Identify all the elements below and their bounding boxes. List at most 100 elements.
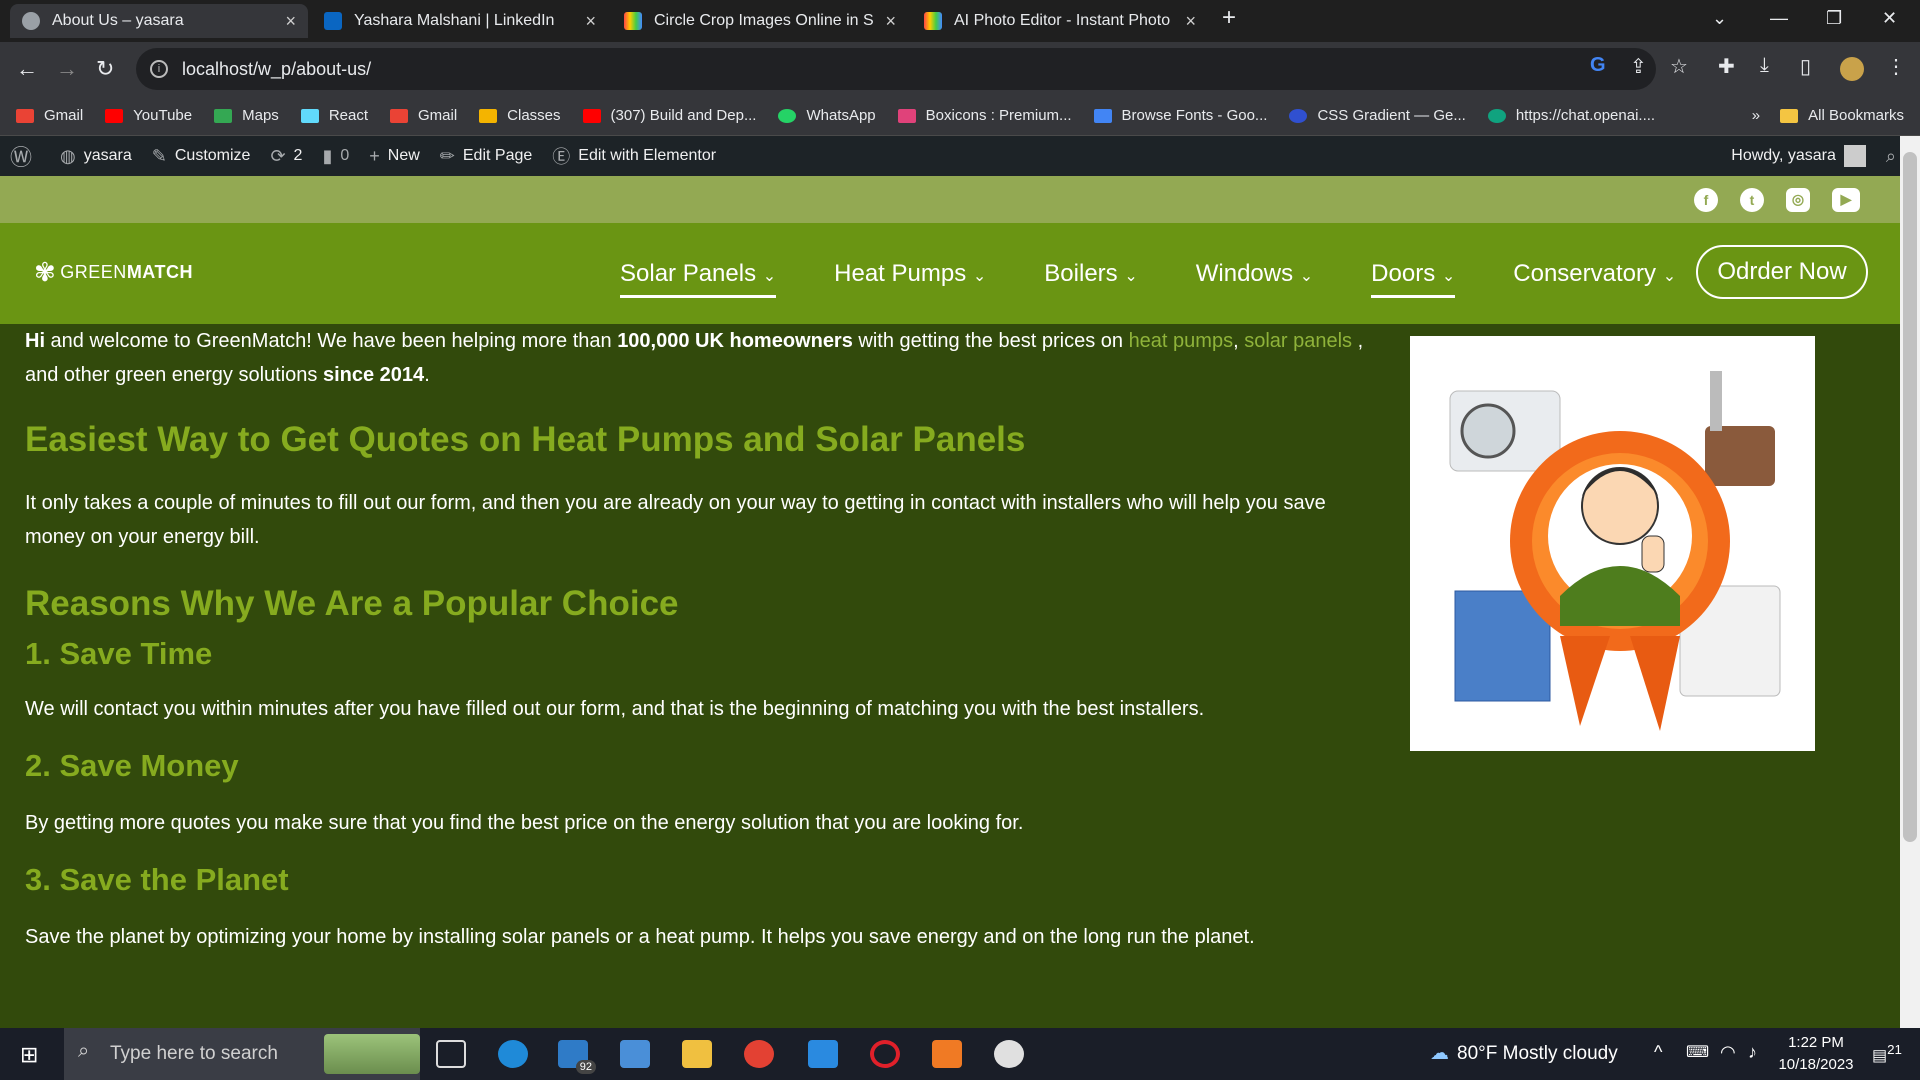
- comment-icon: ▮: [322, 145, 333, 166]
- close-tab-icon[interactable]: ×: [1185, 11, 1196, 32]
- page-content: Hi and welcome to GreenMatch! We have be…: [25, 324, 1365, 954]
- edge-icon[interactable]: [498, 1040, 528, 1068]
- wp-customize-link[interactable]: ✎ Customize: [152, 146, 251, 167]
- bookmark-youtube[interactable]: YouTube: [105, 107, 192, 124]
- bookmark-star-icon[interactable]: ☆: [1670, 54, 1688, 79]
- pencil-icon: ✏: [439, 145, 455, 166]
- tab-ai-photo-editor[interactable]: AI Photo Editor - Instant Photo E ×: [912, 4, 1208, 38]
- youtube-icon[interactable]: ▶: [1832, 187, 1860, 212]
- boxicons-icon: [897, 108, 916, 123]
- twitter-icon[interactable]: t: [1740, 187, 1764, 212]
- share-icon[interactable]: ⇪: [1630, 54, 1647, 79]
- order-now-button[interactable]: Odrder Now: [1696, 245, 1868, 299]
- new-tab-icon[interactable]: +: [1222, 4, 1236, 32]
- close-tab-icon[interactable]: ×: [885, 11, 896, 32]
- bookmark-boxicons[interactable]: Boxicons : Premium...: [897, 107, 1072, 124]
- wp-elementor-link[interactable]: Ⓔ Edit with Elementor: [552, 143, 716, 169]
- facebook-icon[interactable]: f: [1694, 187, 1718, 212]
- language-icon[interactable]: ⌨: [1686, 1042, 1709, 1062]
- nav-solar-panels[interactable]: Solar Panels ⌄: [620, 260, 777, 298]
- extensions-icon[interactable]: ✚: [1718, 54, 1735, 79]
- bookmark-gmail[interactable]: Gmail: [16, 107, 83, 124]
- notification-icon[interactable]: ▤21: [1872, 1042, 1902, 1065]
- bookmark-classes[interactable]: Classes: [479, 107, 561, 124]
- tab-circle-crop[interactable]: Circle Crop Images Online in Sec ×: [612, 4, 908, 38]
- tray-chevron-icon[interactable]: ^: [1654, 1042, 1662, 1063]
- download-icon[interactable]: ⤓: [1760, 54, 1769, 77]
- bookmark-css-gradient[interactable]: CSS Gradient — Ge...: [1289, 107, 1466, 124]
- wp-comments-link[interactable]: ▮ 0: [322, 146, 349, 167]
- restore-icon[interactable]: ❐: [1826, 8, 1842, 29]
- reload-icon[interactable]: ↻: [96, 56, 114, 82]
- bookmark-google-fonts[interactable]: Browse Fonts - Goo...: [1093, 107, 1267, 124]
- bookmark-gmail-2[interactable]: Gmail: [390, 107, 457, 124]
- tab-linkedin[interactable]: Yashara Malshani | LinkedIn ×: [312, 4, 608, 38]
- xampp-icon[interactable]: [932, 1040, 962, 1068]
- bookmark-build-deploy[interactable]: (307) Build and Dep...: [582, 107, 756, 124]
- nav-windows[interactable]: Windows ⌄: [1196, 260, 1313, 288]
- updates-icon: ⟳: [270, 145, 286, 166]
- chevron-down-icon: ⌄: [1124, 267, 1138, 285]
- vscode-icon[interactable]: [808, 1040, 838, 1068]
- site-info-icon[interactable]: i: [150, 60, 168, 78]
- heat-pumps-link[interactable]: heat pumps: [1129, 330, 1234, 352]
- back-icon[interactable]: ←: [16, 56, 38, 82]
- nav-heat-pumps[interactable]: Heat Pumps ⌄: [834, 260, 986, 288]
- close-window-icon[interactable]: ✕: [1882, 8, 1897, 29]
- close-tab-icon[interactable]: ×: [585, 11, 596, 32]
- linkedin-favicon-icon: [324, 12, 342, 30]
- opera-icon[interactable]: [870, 1040, 900, 1068]
- wp-howdy[interactable]: Howdy, yasara: [1731, 145, 1866, 167]
- nav-boilers[interactable]: Boilers ⌄: [1044, 260, 1137, 288]
- side-panel-icon[interactable]: ▯: [1800, 54, 1811, 79]
- chevron-down-icon: ⌄: [1441, 267, 1456, 285]
- site-logo[interactable]: ✾ GREEN MATCH: [34, 257, 193, 288]
- close-tab-icon[interactable]: ×: [285, 11, 296, 32]
- bookmark-whatsapp[interactable]: WhatsApp: [778, 107, 876, 124]
- nav-doors[interactable]: Doors ⌄: [1371, 260, 1456, 298]
- wordpress-logo-icon[interactable]: Ⓦ: [10, 140, 40, 172]
- wp-edit-page-link[interactable]: ✏ Edit Page: [440, 146, 532, 167]
- tab-search-chevron-icon[interactable]: ⌄: [1712, 8, 1727, 29]
- bookmark-react[interactable]: React: [300, 107, 368, 124]
- profile-avatar[interactable]: [1840, 57, 1864, 81]
- tab-about-us[interactable]: About Us – yasara ×: [10, 4, 308, 38]
- windows-taskbar: ⊞ ⌕ Type here to search 92 ☁ 80°F Mostly …: [0, 1028, 1920, 1080]
- wp-site-link[interactable]: ◍ yasara: [60, 146, 132, 167]
- nav-conservatory[interactable]: Conservatory ⌄: [1513, 260, 1676, 288]
- scrollbar-thumb[interactable]: [1903, 152, 1917, 842]
- paint-icon[interactable]: [994, 1040, 1024, 1068]
- store-icon[interactable]: [620, 1040, 650, 1068]
- reason-1-text: We will contact you within minutes after…: [25, 698, 1205, 720]
- wp-search-icon[interactable]: ⌕: [1886, 146, 1896, 167]
- brush-icon: ✎: [151, 145, 167, 166]
- forward-icon[interactable]: →: [56, 56, 78, 82]
- url-field[interactable]: i localhost/w_p/about-us/: [136, 48, 1656, 90]
- bookmarks-overflow-icon[interactable]: »: [1752, 107, 1760, 124]
- wp-new-link[interactable]: + New: [369, 146, 420, 167]
- file-explorer-icon[interactable]: [682, 1040, 712, 1068]
- solar-panels-link[interactable]: solar panels: [1244, 330, 1352, 352]
- volume-icon[interactable]: ♪: [1748, 1042, 1757, 1063]
- wifi-icon[interactable]: ◠: [1720, 1042, 1736, 1063]
- bookmark-chatgpt[interactable]: https://chat.openai....: [1487, 107, 1655, 124]
- page-scrollbar[interactable]: [1900, 136, 1920, 1028]
- circle-crop-favicon-icon: [624, 12, 642, 30]
- react-icon: [300, 108, 319, 123]
- weather-widget[interactable]: ☁ 80°F Mostly cloudy: [1430, 1042, 1618, 1065]
- bookmark-maps[interactable]: Maps: [214, 107, 279, 124]
- chrome-menu-icon[interactable]: ⋮: [1886, 54, 1906, 79]
- minimize-icon[interactable]: —: [1770, 8, 1788, 29]
- task-view-icon[interactable]: [436, 1040, 466, 1068]
- all-bookmarks[interactable]: All Bookmarks: [1780, 107, 1904, 124]
- taskbar-search-field[interactable]: ⌕ Type here to search: [64, 1028, 420, 1080]
- mail-icon[interactable]: 92: [558, 1040, 596, 1074]
- chrome-icon[interactable]: [744, 1040, 774, 1068]
- ai-photo-favicon-icon: [924, 12, 942, 30]
- google-lens-icon[interactable]: G: [1590, 54, 1606, 77]
- taskbar-clock[interactable]: 1:22 PM 10/18/2023: [1770, 1032, 1862, 1076]
- gmail-icon: [390, 108, 408, 123]
- wp-updates-link[interactable]: ⟳ 2: [270, 146, 302, 167]
- windows-start-icon[interactable]: ⊞: [20, 1042, 38, 1068]
- instagram-icon[interactable]: ◎: [1786, 187, 1810, 212]
